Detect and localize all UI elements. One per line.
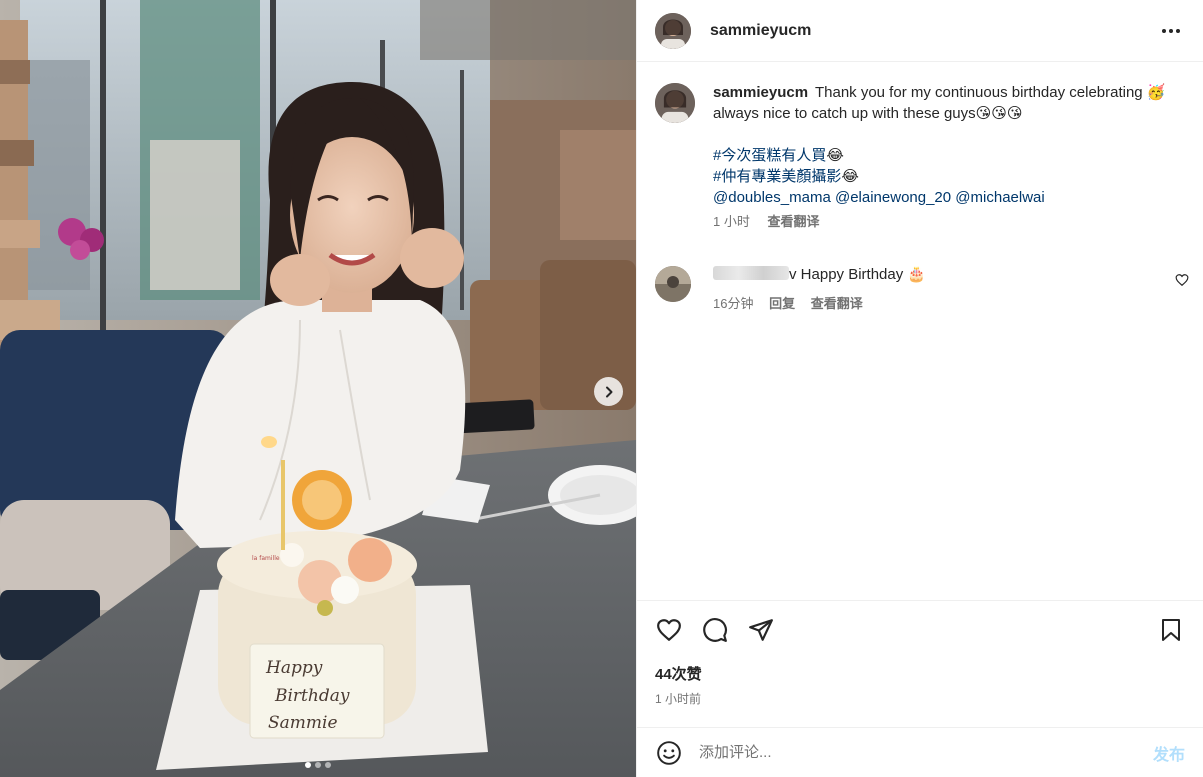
- comment-meta: 16分钟 回复 查看翻译: [713, 293, 875, 312]
- photo-scene: Happy Birthday Sammie la famille: [0, 0, 636, 777]
- paper-plane-icon: [749, 618, 773, 641]
- cake-emoji: 🎂: [907, 266, 927, 283]
- comment-like-button[interactable]: [1175, 273, 1189, 290]
- caption-meta: 1 小时 查看翻译: [713, 211, 1185, 232]
- heart-icon: [657, 618, 681, 641]
- hashtag-2[interactable]: #仲有專業美顏攝影: [713, 168, 841, 185]
- comment-input[interactable]: [699, 744, 1153, 761]
- carousel-dot-3: [325, 762, 331, 768]
- caption-translate-link[interactable]: 查看翻译: [767, 214, 819, 229]
- commenter-name-blurred[interactable]: [713, 266, 789, 280]
- add-comment-bar: 发布: [637, 727, 1203, 777]
- cake-plaque-line-2: Birthday: [274, 686, 350, 706]
- comment-bubble-icon: [703, 617, 727, 642]
- post-photo[interactable]: Happy Birthday Sammie la famille: [0, 0, 636, 777]
- kiss-emojis: 😘😘😘: [975, 105, 1023, 122]
- caption-line-1: Thank you for my continuous birthday cel…: [814, 84, 1143, 101]
- comment-time: 16分钟: [713, 296, 754, 311]
- caption-username[interactable]: sammieyucm: [713, 84, 808, 101]
- like-count[interactable]: 44次赞: [655, 663, 702, 684]
- caption-line-2: always nice to catch up with these guys: [713, 105, 976, 122]
- chevron-right-icon: [605, 386, 612, 397]
- post-comment-button[interactable]: 发布: [1153, 741, 1185, 765]
- author-avatar-image: [655, 12, 691, 49]
- carousel-dot-2: [315, 762, 321, 768]
- smiley-icon: [657, 740, 681, 765]
- carousel-indicator: [0, 762, 636, 768]
- share-button[interactable]: [747, 616, 775, 644]
- bookmark-icon: [1162, 618, 1180, 641]
- comment-translate-link[interactable]: 查看翻译: [811, 296, 863, 311]
- heart-icon: [1175, 274, 1189, 287]
- cake-plaque-line-3: Sammie: [268, 713, 338, 733]
- commenter-avatar[interactable]: [655, 266, 691, 302]
- comment-body: Happy Birthday: [800, 266, 904, 283]
- hashtag-1[interactable]: #今次蛋糕有人買: [713, 147, 826, 164]
- post-header: sammieyucm: [637, 0, 1203, 62]
- save-button[interactable]: [1157, 616, 1185, 644]
- post-timestamp: 1 小时前: [655, 692, 702, 706]
- post-side-panel: sammieyucm sammieyucm Thank you for my c…: [636, 0, 1203, 777]
- commenter-name-tail: v: [789, 266, 797, 283]
- next-photo-button[interactable]: [594, 377, 623, 406]
- mention-1[interactable]: @doubles_mama: [713, 189, 831, 206]
- comment-button[interactable]: [701, 616, 729, 644]
- mention-2[interactable]: @elainewong_20: [835, 189, 951, 206]
- commenter-avatar-image: [655, 266, 691, 302]
- cake-brand-tag: la famille: [252, 555, 280, 562]
- comment-text: v Happy Birthday 🎂: [713, 265, 926, 285]
- more-options-icon[interactable]: [1157, 19, 1185, 43]
- author-username[interactable]: sammieyucm: [710, 22, 811, 40]
- hashtag-2-emoji: 😂: [841, 168, 859, 185]
- comment-reply-link[interactable]: 回复: [769, 296, 795, 311]
- emoji-picker-button[interactable]: [655, 739, 683, 767]
- comment-item: v Happy Birthday 🎂 16分钟 回复 查看翻译: [655, 263, 1191, 323]
- post-actions-bar: [637, 600, 1203, 658]
- caption-time: 1 小时: [713, 214, 750, 229]
- mention-3[interactable]: @michaelwai: [955, 189, 1044, 206]
- author-avatar[interactable]: [655, 12, 691, 49]
- instagram-post-view: Happy Birthday Sammie la famille sammiey…: [0, 0, 1203, 777]
- post-caption: sammieyucm Thank you for my continuous b…: [637, 62, 1203, 262]
- like-button[interactable]: [655, 616, 683, 644]
- caption-text: sammieyucm Thank you for my continuous b…: [713, 82, 1185, 124]
- carousel-dot-1: [305, 762, 311, 768]
- cake-plaque-line-1: Happy: [265, 658, 323, 678]
- hashtag-1-emoji: 😂: [826, 147, 844, 164]
- party-emoji: 🥳: [1146, 84, 1166, 101]
- caption-author-avatar[interactable]: [655, 83, 695, 123]
- caption-avatar-image: [655, 83, 695, 123]
